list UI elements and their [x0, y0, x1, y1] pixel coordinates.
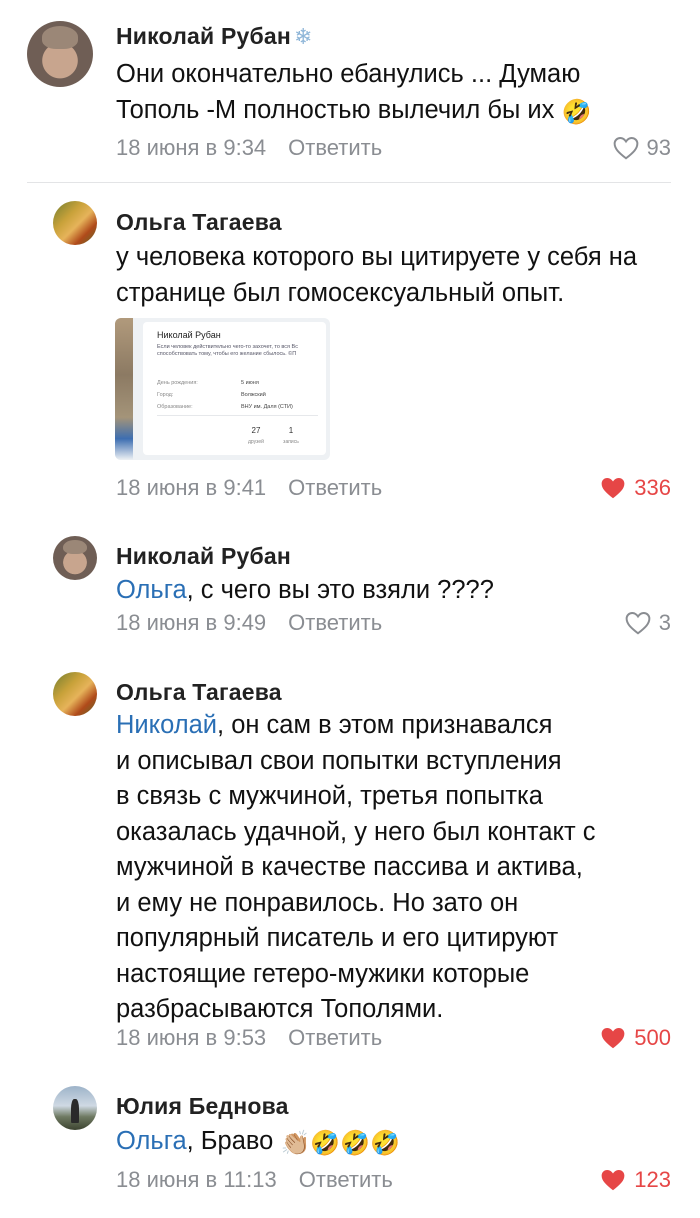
profile-counter-value: 27: [251, 426, 261, 435]
comment-text: Ольга, Браво 👏🏼🤣🤣🤣: [116, 1124, 686, 1162]
profile-row-label: Город:: [157, 392, 174, 398]
comment-meta: 18 июня в 9:34 Ответить: [116, 135, 382, 161]
comment-text: у человека которого вы цитируете у себя …: [116, 243, 638, 307]
profile-counter-label: друзей: [248, 439, 264, 445]
comment-meta: 18 июня в 11:13 Ответить: [116, 1167, 393, 1193]
comment-line: настоящие гетеро-мужики которые: [116, 959, 530, 988]
like-button[interactable]: 93: [613, 135, 671, 161]
heart-outline-icon: [625, 612, 651, 635]
heart-filled-icon: [601, 1028, 625, 1049]
comment-meta: 18 июня в 9:49 Ответить: [116, 610, 382, 636]
comment-line: , он сам в этом признавался: [217, 711, 553, 739]
profile-row-value: ВНУ им. Даля (СТИ): [241, 404, 293, 410]
heart-outline-icon: [613, 137, 638, 160]
reply-button[interactable]: Ответить: [288, 135, 382, 160]
comment-author[interactable]: Ольга Тагаева: [116, 209, 282, 236]
comment-line: оказалась удачной, у него был контакт с: [116, 817, 596, 846]
comment-text: Николай, он сам в этом признавался и опи…: [116, 708, 676, 1028]
like-button[interactable]: 336: [600, 475, 671, 501]
comment-line: и описывал свои попытки вступления: [116, 746, 562, 775]
like-count: 3: [658, 610, 671, 635]
reply-button[interactable]: Ответить: [288, 610, 382, 635]
attachment-image[interactable]: Николай Рубан Если человек действительно…: [115, 318, 330, 460]
mention-link[interactable]: Николай: [116, 711, 217, 739]
comment-author[interactable]: Юлия Беднова: [116, 1093, 289, 1120]
reply-button[interactable]: Ответить: [299, 1167, 393, 1192]
comment-text: Ольга, с чего вы это взяли ????: [116, 573, 686, 609]
comment-text-body: , Браво: [186, 1127, 274, 1155]
comment-author[interactable]: Николай Рубан: [116, 543, 291, 570]
rofl-emoji-icon: 🤣: [310, 1130, 341, 1157]
comment-text-body: , с чего вы это взяли ????: [186, 576, 494, 604]
mention-link[interactable]: Ольга: [116, 1127, 187, 1155]
reply-button[interactable]: Ответить: [288, 1025, 382, 1050]
rofl-emoji-icon: 🤣: [340, 1130, 371, 1157]
rofl-emoji-icon: 🤣: [370, 1130, 401, 1157]
comment-time[interactable]: 18 июня в 9:53: [116, 1025, 266, 1050]
avatar-nikolay[interactable]: [27, 21, 93, 87]
profile-row-value: Волжский: [241, 392, 266, 398]
heart-filled-icon: [601, 478, 625, 499]
like-button[interactable]: 123: [600, 1167, 671, 1193]
heart-filled-icon: [601, 1170, 625, 1191]
like-button[interactable]: 3: [625, 610, 671, 636]
comment-line: в связь с мужчиной, третья попытка: [116, 782, 543, 810]
comment-text: Они окончательно ебанулись ... Думаю Топ…: [116, 57, 636, 130]
mention-link[interactable]: Ольга: [116, 576, 187, 604]
profile-row-value: 5 июня: [241, 380, 259, 386]
reply-button[interactable]: Ответить: [288, 475, 382, 500]
profile-counter-label: запись: [283, 439, 299, 445]
snowflake-icon: ❄: [294, 24, 313, 49]
comment-author[interactable]: Ольга Тагаева: [116, 679, 282, 706]
comment-meta: 18 июня в 9:41 Ответить: [116, 475, 382, 501]
profile-card: Николай Рубан Если человек действительно…: [143, 322, 326, 455]
comment-text-body: Они окончательно ебанулись ... Думаю Топ…: [116, 60, 581, 124]
comment-line: популярный писатель и его цитируют: [116, 924, 559, 952]
clapping-hands-emoji-icon: 👏🏼: [280, 1130, 311, 1157]
avatar-olga[interactable]: [53, 672, 97, 716]
profile-row-label: Образование:: [157, 404, 193, 410]
profile-card-divider: [157, 415, 318, 416]
like-button[interactable]: 500: [600, 1025, 671, 1051]
like-count: 500: [634, 1025, 671, 1050]
profile-counter-value: 1: [288, 426, 294, 435]
attachment-photo-strip: [115, 318, 133, 460]
like-count: 336: [634, 475, 671, 500]
rofl-emoji-icon: 🤣: [561, 98, 592, 126]
like-count: 123: [634, 1167, 671, 1192]
avatar-yulia[interactable]: [53, 1086, 97, 1130]
comment-time[interactable]: 18 июня в 9:49: [116, 610, 266, 635]
divider: [27, 182, 671, 183]
comment-time[interactable]: 18 июня в 11:13: [116, 1167, 277, 1192]
profile-card-status: Если человек действительно чего-то захоч…: [157, 344, 298, 357]
author-name[interactable]: Николай Рубан: [116, 23, 291, 49]
comment-time[interactable]: 18 июня в 9:41: [116, 475, 266, 500]
comment-line: и ему не понравилось. Но зато он: [116, 888, 519, 917]
comment-time[interactable]: 18 июня в 9:34: [116, 135, 266, 160]
profile-card-name: Николай Рубан: [157, 330, 221, 340]
comment-line: разбрасываются Тополями.: [116, 995, 444, 1023]
comment-meta: 18 июня в 9:53 Ответить: [116, 1025, 382, 1051]
profile-row-label: День рождения:: [157, 380, 198, 386]
like-count: 93: [646, 135, 671, 160]
comment-line: мужчиной в качестве пассива и актива,: [116, 853, 583, 881]
comment-author[interactable]: Николай Рубан ❄: [116, 23, 313, 50]
avatar-olga[interactable]: [53, 201, 97, 245]
avatar-nikolay[interactable]: [53, 536, 97, 580]
